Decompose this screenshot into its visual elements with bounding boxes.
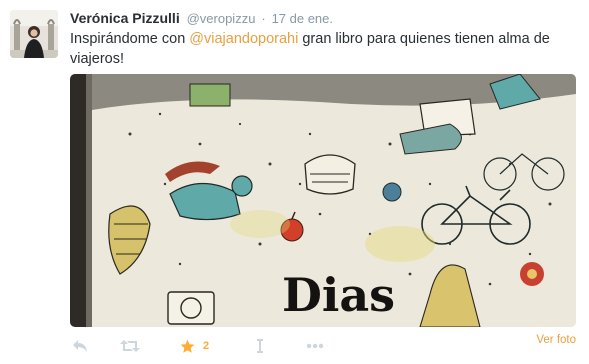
mention-link[interactable]: @viajandoporahi xyxy=(189,31,298,47)
analytics-button[interactable] xyxy=(256,336,264,356)
more-button[interactable] xyxy=(306,336,324,356)
timestamp[interactable]: 17 de ene. xyxy=(272,11,333,26)
separator: · xyxy=(261,11,266,26)
favorite-button[interactable]: 2 xyxy=(180,336,209,356)
tweet-text-before: Inspirándome con xyxy=(70,31,190,47)
more-icon xyxy=(306,343,324,349)
star-icon xyxy=(180,339,195,354)
retweet-button[interactable] xyxy=(120,336,140,356)
username[interactable]: @veropizzu xyxy=(187,11,256,26)
avatar[interactable] xyxy=(10,10,58,58)
media-photo[interactable]: Dias xyxy=(70,74,576,327)
retweet-icon xyxy=(120,339,140,353)
tweet: Verónica Pizzulli @veropizzu · 17 de ene… xyxy=(0,0,589,364)
favorite-count: 2 xyxy=(203,340,210,352)
tweet-text: Inspirándome con @viajandoporahi gran li… xyxy=(70,29,570,69)
tweet-header: Verónica Pizzulli @veropizzu · 17 de ene… xyxy=(70,9,333,27)
reply-button[interactable] xyxy=(72,336,88,356)
reply-icon xyxy=(72,339,88,353)
fullname[interactable]: Verónica Pizzulli xyxy=(70,10,180,26)
analytics-icon xyxy=(256,338,264,354)
view-photo-link[interactable]: Ver foto xyxy=(536,334,576,346)
media-lettering: Dias xyxy=(282,268,395,322)
